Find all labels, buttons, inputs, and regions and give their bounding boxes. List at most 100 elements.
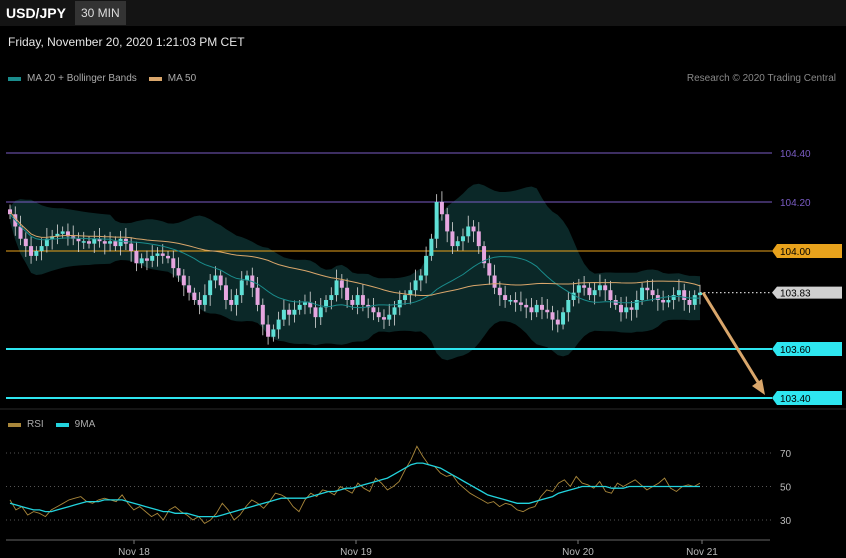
candle-body bbox=[113, 241, 118, 247]
candle-body bbox=[418, 275, 423, 281]
candle-body bbox=[587, 287, 592, 296]
candle-body bbox=[624, 307, 629, 313]
candle-body bbox=[582, 285, 587, 288]
rsi-tick-70: 70 bbox=[780, 449, 792, 460]
candle-body bbox=[345, 287, 350, 300]
level-104.20-label: 104.20 bbox=[780, 198, 811, 209]
candle-body bbox=[687, 300, 692, 305]
candle-body bbox=[445, 214, 450, 232]
candle-body bbox=[197, 300, 202, 305]
candle-body bbox=[271, 329, 276, 337]
candle-body bbox=[539, 304, 544, 310]
candle-body bbox=[318, 307, 323, 318]
candle-body bbox=[239, 280, 244, 296]
candle-body bbox=[698, 292, 702, 296]
candle-body bbox=[287, 309, 292, 315]
candle-body bbox=[229, 300, 234, 305]
candle-body bbox=[213, 275, 218, 281]
candle-body bbox=[524, 304, 529, 308]
candle-body bbox=[223, 285, 228, 300]
candle-body bbox=[497, 287, 502, 296]
candle-body bbox=[281, 309, 286, 320]
candle-body bbox=[276, 319, 281, 330]
candle-body bbox=[471, 226, 476, 232]
candle-body bbox=[76, 238, 81, 242]
candle-body bbox=[39, 246, 44, 251]
candle-body bbox=[513, 300, 518, 303]
candle-body bbox=[671, 295, 676, 300]
rsi-tick-30: 30 bbox=[780, 516, 792, 527]
level-103.40-label: 103.40 bbox=[780, 394, 811, 405]
candle-body bbox=[645, 287, 650, 291]
candle-body bbox=[529, 307, 534, 313]
candle-body bbox=[492, 275, 497, 288]
price-chart[interactable]: 104.40 104.20 104.00 103.83 103.60 103.40 70 50… bbox=[0, 0, 846, 558]
candle-body bbox=[160, 253, 165, 256]
candle-body bbox=[640, 287, 645, 300]
level-103.60-label: 103.60 bbox=[780, 345, 811, 356]
candle-body bbox=[545, 309, 550, 313]
candle-body bbox=[392, 307, 397, 315]
candle-body bbox=[218, 275, 223, 286]
candle-body bbox=[150, 255, 155, 261]
candle-body bbox=[334, 280, 339, 296]
candle-body bbox=[360, 295, 365, 305]
level-104.40-label: 104.40 bbox=[780, 149, 811, 160]
x-tick-label: Nov 19 bbox=[340, 547, 372, 558]
candle-body bbox=[450, 231, 455, 247]
candle-body bbox=[576, 285, 581, 293]
candle-body bbox=[255, 287, 260, 305]
candle-body bbox=[376, 312, 381, 318]
candle-body bbox=[692, 295, 697, 305]
candle-body bbox=[466, 226, 471, 237]
candle-body bbox=[592, 290, 597, 296]
candle-body bbox=[439, 202, 444, 215]
candle-body bbox=[329, 295, 334, 300]
candle-body bbox=[139, 258, 144, 264]
candle-body bbox=[297, 304, 302, 310]
rsi-series-9MA bbox=[9, 462, 700, 518]
candle-body bbox=[603, 285, 608, 291]
candle-body bbox=[518, 302, 523, 305]
rsi-series-RSI bbox=[9, 445, 701, 524]
candle-body bbox=[302, 302, 307, 305]
candle-body bbox=[34, 251, 39, 256]
candle-body bbox=[29, 246, 34, 256]
candle-body bbox=[355, 295, 360, 305]
candle-body bbox=[434, 202, 439, 239]
candle-body bbox=[555, 319, 560, 325]
candle-body bbox=[566, 300, 571, 313]
candle-body bbox=[661, 300, 666, 303]
candle-body bbox=[202, 295, 207, 305]
candle-body bbox=[618, 304, 623, 313]
candle-body bbox=[682, 290, 687, 300]
candle-body bbox=[208, 280, 213, 296]
candle-body bbox=[23, 238, 28, 247]
candle-body bbox=[429, 238, 434, 256]
x-tick-label: Nov 20 bbox=[562, 547, 594, 558]
candle-body bbox=[460, 236, 465, 242]
projection-arrow-line bbox=[701, 291, 763, 388]
candle-body bbox=[597, 285, 602, 291]
x-tick-label: Nov 18 bbox=[118, 547, 150, 558]
rsi-tick-50: 50 bbox=[780, 483, 792, 494]
candle-body bbox=[129, 243, 134, 251]
candle-body bbox=[234, 295, 239, 305]
candle-body bbox=[181, 275, 186, 286]
candle-body bbox=[608, 290, 613, 300]
candle-body bbox=[476, 231, 481, 247]
candle-body bbox=[176, 268, 181, 276]
candle-body bbox=[108, 241, 113, 244]
level-104.00-label: 104.00 bbox=[780, 247, 811, 258]
candle-body bbox=[266, 324, 271, 337]
candle-body bbox=[144, 258, 149, 261]
candle-body bbox=[87, 241, 92, 244]
candle-body bbox=[371, 307, 376, 313]
candle-body bbox=[455, 241, 460, 247]
candle-body bbox=[424, 255, 429, 276]
candle-body bbox=[118, 238, 123, 247]
candle-body bbox=[134, 251, 139, 264]
candle-body bbox=[92, 238, 97, 244]
candle-body bbox=[550, 312, 555, 320]
candle-body bbox=[534, 304, 539, 313]
